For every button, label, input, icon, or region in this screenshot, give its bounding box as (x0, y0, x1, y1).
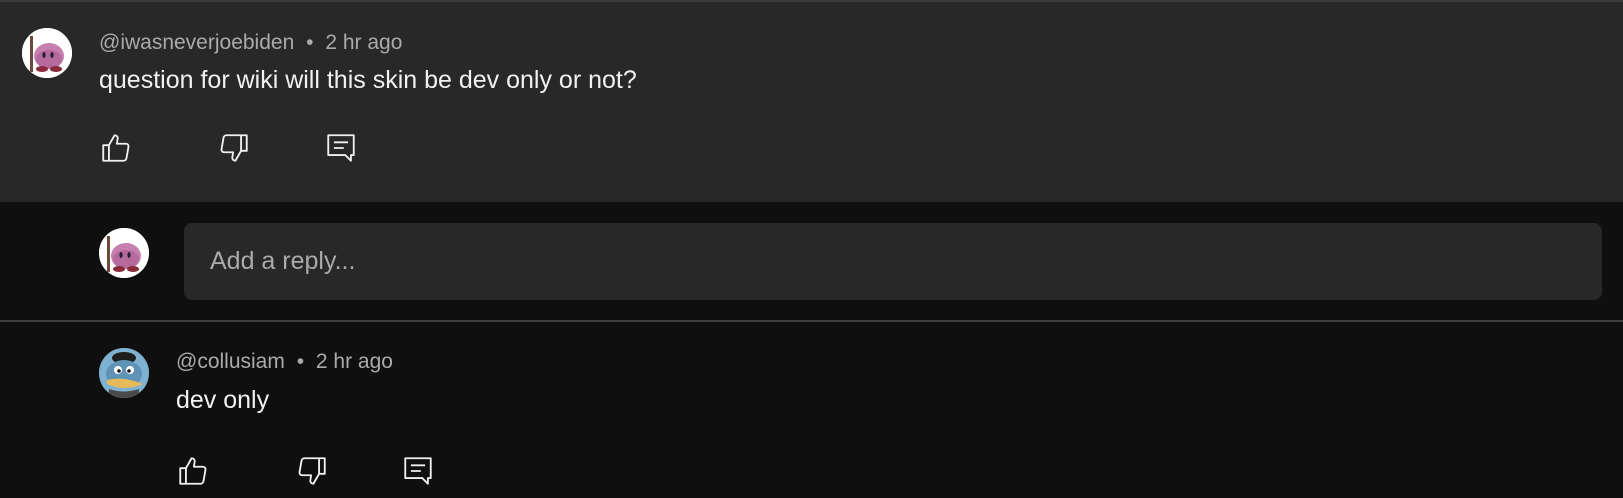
divider (0, 320, 1623, 322)
kirby-avatar-icon (22, 28, 72, 78)
reply-comment-text: dev only (176, 386, 270, 414)
reply-comment-author[interactable]: @collusiam (176, 350, 285, 373)
parent-like-button[interactable] (98, 130, 134, 166)
thumbs-up-icon (102, 134, 130, 162)
kirby-avatar-icon (99, 228, 149, 278)
reply-box (0, 202, 1623, 320)
meta-separator: • (306, 31, 314, 54)
thumbs-down-icon (298, 457, 326, 485)
parent-comment-avatar[interactable] (22, 28, 72, 78)
reply-comment-meta: @collusiam • 2 hr ago (176, 350, 393, 374)
comment-reply-icon (327, 134, 355, 162)
parent-reply-button[interactable] (323, 130, 359, 166)
reply-like-button[interactable] (175, 453, 211, 489)
reply-dislike-button[interactable] (294, 453, 330, 489)
comment-reply-icon (404, 457, 432, 485)
reply-reply-button[interactable] (400, 453, 436, 489)
parent-comment: @iwasneverjoebiden • 2 hr ago question f… (0, 2, 1623, 202)
parent-comment-author[interactable]: @iwasneverjoebiden (99, 31, 294, 54)
reply-input[interactable] (184, 223, 1602, 300)
reply-comment-time[interactable]: 2 hr ago (316, 350, 393, 373)
parent-dislike-button[interactable] (216, 130, 252, 166)
duck-avatar-icon (99, 348, 149, 398)
reply-box-avatar (99, 228, 149, 278)
reply-comment-avatar[interactable] (99, 348, 149, 398)
parent-comment-time[interactable]: 2 hr ago (325, 31, 402, 54)
parent-comment-meta: @iwasneverjoebiden • 2 hr ago (99, 31, 402, 55)
parent-comment-text: question for wiki will this skin be dev … (99, 66, 637, 94)
meta-separator: • (296, 350, 305, 373)
thumbs-up-icon (179, 457, 207, 485)
thumbs-down-icon (220, 134, 248, 162)
